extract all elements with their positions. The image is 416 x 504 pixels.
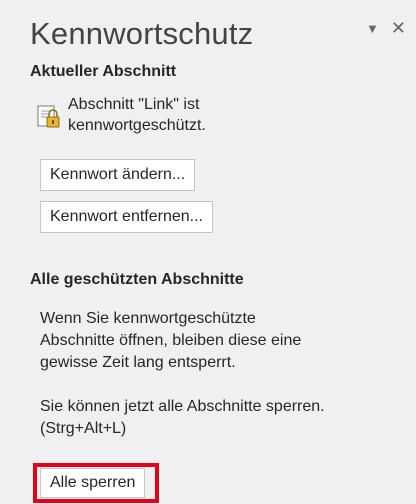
- lock-section-icon: [37, 105, 60, 128]
- pane-title: Kennwortschutz: [30, 16, 254, 51]
- all-sections-heading: Alle geschützten Abschnitte: [30, 271, 244, 288]
- remove-password-button[interactable]: Kennwort entfernen...: [40, 201, 213, 233]
- lock-hint-text: Sie können jetzt alle Abschnitte sperren…: [40, 396, 390, 440]
- section-status: Abschnitt "Link" ist kennwortgeschützt.: [36, 94, 206, 136]
- lock-all-button[interactable]: Alle sperren: [40, 468, 146, 498]
- unlock-info-line3: gewisse Zeit lang entsperrt.: [40, 354, 236, 371]
- section-status-line1: Abschnitt "Link" ist: [68, 96, 200, 113]
- lock-hint-line1: Sie können jetzt alle Abschnitte sperren…: [40, 398, 325, 415]
- section-status-line2: kennwortgeschützt.: [68, 117, 206, 134]
- chevron-down-icon[interactable]: ▼: [366, 20, 379, 38]
- close-icon[interactable]: ✕: [391, 19, 406, 37]
- unlock-info-line2: Abschnitte öffnen, bleiben diese eine: [40, 332, 302, 349]
- change-password-button[interactable]: Kennwort ändern...: [40, 159, 196, 191]
- unlock-info-text: Wenn Sie kennwortgeschützte Abschnitte ö…: [40, 308, 390, 374]
- current-section-heading: Aktueller Abschnitt: [30, 63, 177, 80]
- pane-controls: ▼ ✕: [366, 18, 406, 38]
- unlock-info-line1: Wenn Sie kennwortgeschützte: [40, 310, 256, 327]
- lock-hint-line2: (Strg+Alt+L): [40, 420, 127, 437]
- password-protection-pane: Kennwortschutz ▼ ✕ Aktueller Abschnitt A…: [0, 0, 416, 504]
